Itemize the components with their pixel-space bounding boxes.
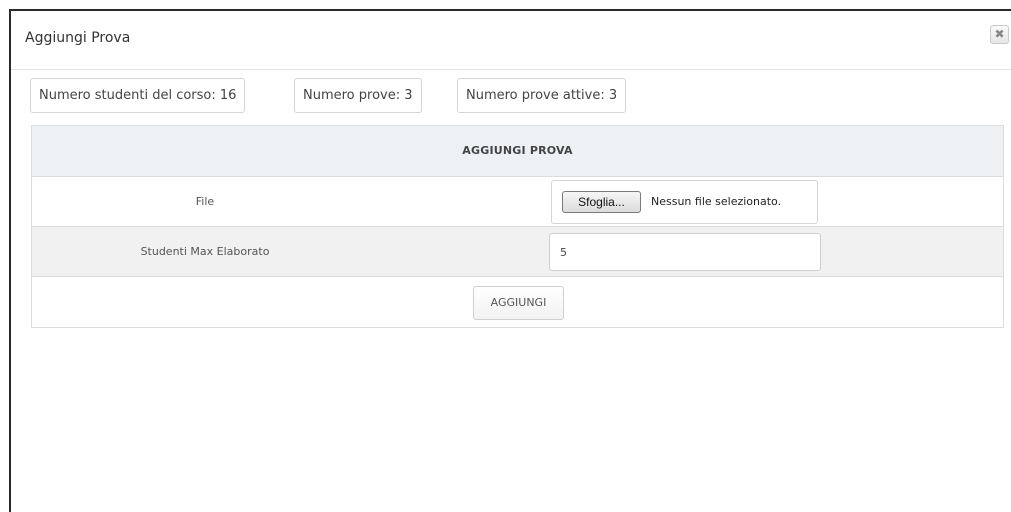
- add-test-form: AGGIUNGI PROVA File Sfoglia... Nessun fi…: [31, 125, 1004, 328]
- tests-count-badge: Numero prove: 3: [294, 78, 422, 113]
- dialog-header: Aggiungi Prova ✖: [11, 11, 1011, 70]
- close-button[interactable]: ✖: [990, 25, 1009, 44]
- file-status: Nessun file selezionato.: [651, 195, 782, 208]
- file-row: File Sfoglia... Nessun file selezionato.: [32, 177, 1003, 227]
- max-students-label: Studenti Max Elaborato: [140, 245, 270, 258]
- file-input[interactable]: Sfoglia... Nessun file selezionato.: [551, 180, 818, 224]
- active-tests-count-badge: Numero prove attive: 3: [457, 78, 627, 113]
- close-icon: ✖: [994, 27, 1005, 41]
- submit-row: AGGIUNGI: [32, 277, 1003, 327]
- max-students-input[interactable]: [549, 233, 821, 271]
- add-test-dialog: Aggiungi Prova ✖ Numero studenti del cor…: [9, 9, 1011, 512]
- add-button[interactable]: AGGIUNGI: [473, 286, 564, 320]
- file-label: File: [195, 195, 215, 208]
- browse-button[interactable]: Sfoglia...: [562, 191, 641, 213]
- form-header: AGGIUNGI PROVA: [462, 144, 573, 157]
- dialog-title: Aggiungi Prova: [25, 30, 131, 46]
- max-students-row: Studenti Max Elaborato: [32, 227, 1003, 277]
- students-count-badge: Numero studenti del corso: 16: [30, 78, 246, 113]
- form-header-row: AGGIUNGI PROVA: [32, 126, 1003, 177]
